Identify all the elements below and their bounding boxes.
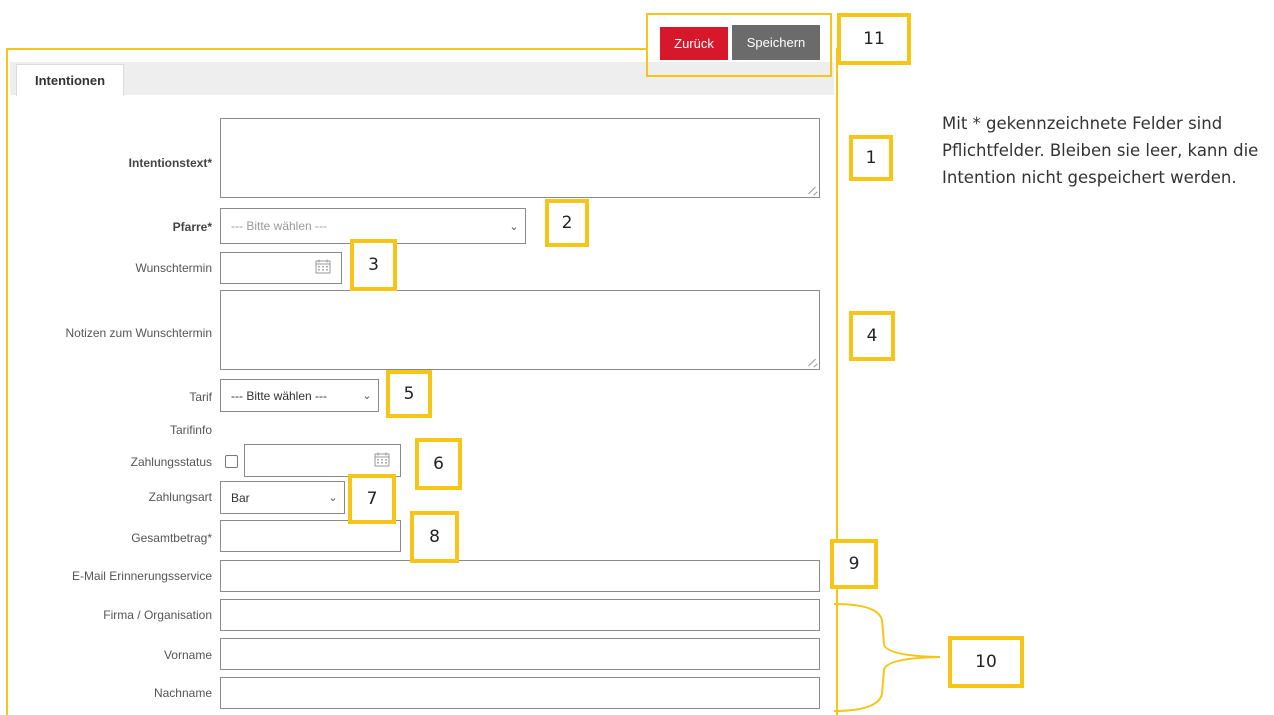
first-name-label: Vorname — [163, 648, 212, 662]
form-frame-top — [6, 48, 646, 50]
last-name-input[interactable] — [220, 677, 820, 709]
annotation-5: 5 — [386, 370, 432, 418]
payment-status-checkbox[interactable] — [225, 455, 238, 468]
email-reminder-label: E-Mail Erinnerungsservice — [71, 569, 212, 583]
total-amount-input[interactable] — [220, 520, 401, 552]
parish-label: Pfarre* — [172, 220, 212, 234]
annotation-4: 4 — [849, 311, 895, 361]
tariff-label: Tarif — [189, 390, 212, 404]
desired-date-label: Wunschtermin — [135, 261, 212, 275]
company-input[interactable] — [220, 599, 820, 631]
last-name-label: Nachname — [153, 686, 212, 700]
parish-select-value: --- Bitte wählen --- — [231, 219, 328, 233]
chevron-down-icon: ⌄ — [362, 390, 372, 402]
calendar-icon[interactable] — [315, 259, 331, 274]
chevron-down-icon: ⌄ — [328, 492, 338, 504]
tariff-select[interactable]: --- Bitte wählen --- ⌄ — [220, 379, 379, 412]
back-button[interactable]: Zurück — [660, 27, 728, 60]
payment-method-label: Zahlungsart — [148, 490, 212, 504]
bracket-icon — [833, 603, 941, 712]
tariff-info-label: Tarifinfo — [169, 423, 212, 437]
annotation-8: 8 — [410, 511, 459, 563]
company-label: Firma / Organisation — [103, 608, 212, 622]
annotation-11: 11 — [837, 13, 911, 65]
calendar-icon[interactable] — [374, 452, 390, 467]
annotation-10: 10 — [948, 636, 1024, 688]
annotation-7: 7 — [348, 474, 396, 524]
total-amount-label: Gesamtbetrag* — [131, 531, 212, 545]
annotation-6: 6 — [415, 438, 462, 490]
email-reminder-input[interactable] — [220, 560, 820, 592]
resize-handle-icon[interactable] — [809, 359, 817, 367]
chevron-down-icon: ⌄ — [509, 220, 519, 233]
payment-status-label: Zahlungsstatus — [130, 455, 212, 469]
save-button[interactable]: Speichern — [732, 25, 820, 60]
payment-method-select[interactable]: Bar ⌄ — [220, 481, 345, 514]
tariff-select-value: --- Bitte wählen --- — [231, 388, 328, 403]
required-fields-note: Mit * gekennzeichnete Felder sind Pflich… — [942, 114, 1259, 187]
first-name-input[interactable] — [220, 638, 820, 670]
desired-date-notes-area[interactable] — [220, 290, 820, 370]
annotation-1: 1 — [849, 135, 893, 181]
intention-text-area[interactable] — [220, 118, 820, 198]
resize-handle-icon[interactable] — [809, 187, 817, 195]
annotation-9: 9 — [830, 539, 878, 589]
annotation-3: 3 — [350, 239, 397, 291]
payment-method-value: Bar — [231, 490, 250, 505]
intention-text-label: Intentionstext* — [128, 156, 212, 170]
annotation-2: 2 — [545, 199, 589, 247]
desired-date-notes-label: Notizen zum Wunschtermin — [65, 326, 213, 340]
